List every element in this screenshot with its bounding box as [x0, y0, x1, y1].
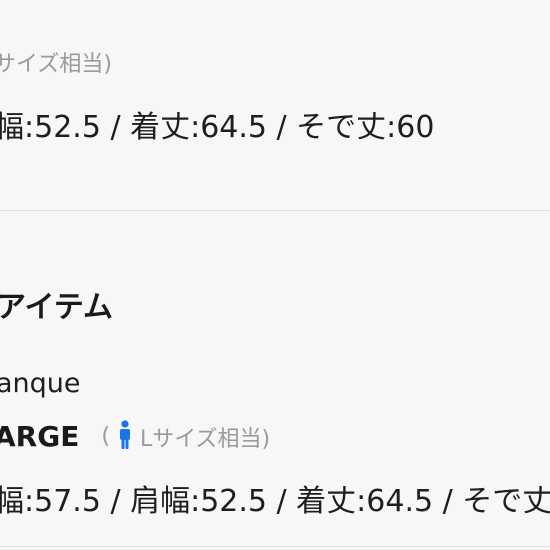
section-divider	[0, 210, 550, 211]
section-divider	[0, 546, 550, 547]
size-measurements: 幅:52.5 / 着丈:64.5 / そで丈:60	[0, 110, 435, 145]
person-icon	[118, 419, 132, 450]
size-equivalent-note: ( Lサイズ相当)	[101, 419, 271, 453]
size-measurements: 幅:57.5 / 肩幅:52.5 / 着丈:64.5 / そで丈	[0, 484, 550, 519]
product-size-page: サイズ相当) 幅:52.5 / 着丈:64.5 / そで丈:60 アイテム an…	[0, 0, 550, 550]
size-equivalent-note: サイズ相当)	[0, 52, 112, 77]
size-row: ARGE ( Lサイズ相当)	[0, 419, 271, 453]
size-label: ARGE	[0, 420, 80, 453]
brand-name-link[interactable]: anque	[0, 368, 81, 399]
size-note-text: Lサイズ相当)	[139, 426, 271, 452]
paren-open: (	[101, 424, 110, 449]
section-heading: アイテム	[0, 290, 113, 325]
